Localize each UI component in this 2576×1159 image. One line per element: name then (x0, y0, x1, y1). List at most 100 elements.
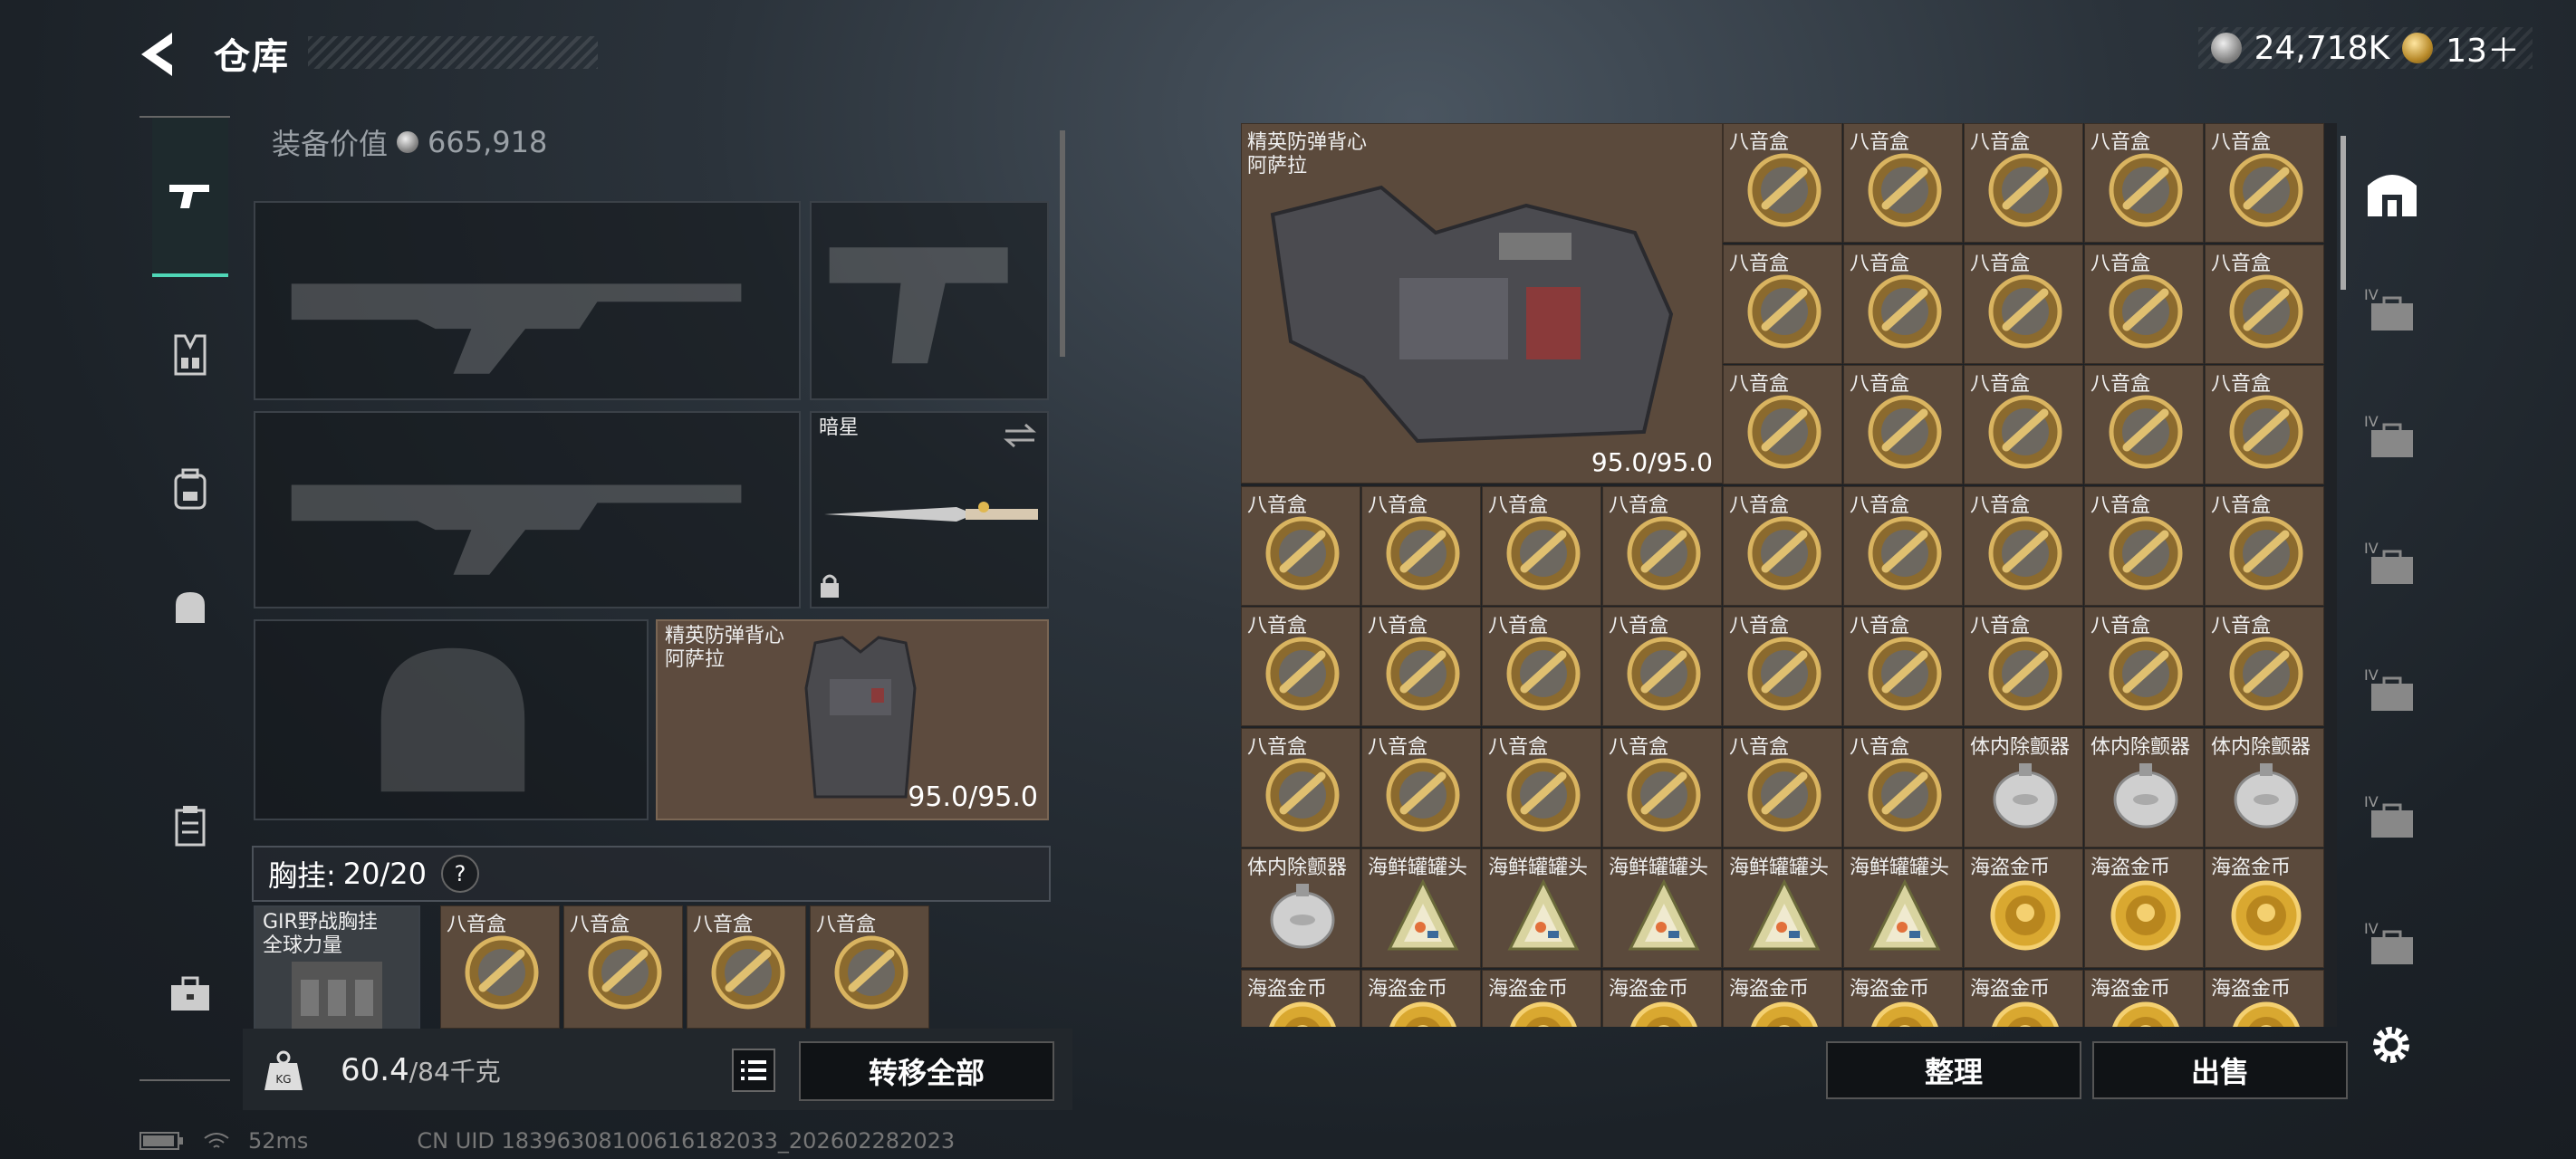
back-button[interactable] (136, 27, 190, 81)
tab-toolbox[interactable] (152, 956, 228, 1032)
storage-item[interactable]: 八音盒 (1602, 727, 1722, 848)
list-view-button[interactable] (732, 1049, 775, 1092)
chest-rig-item[interactable]: 八音盒 (563, 905, 683, 1029)
storage-item[interactable]: 海鲜罐罐头 (1482, 848, 1601, 968)
left-scrollbar[interactable] (1060, 130, 1065, 357)
storage-item[interactable]: 八音盒 (1843, 485, 1963, 606)
storage-item[interactable]: 海盗金币 (1241, 969, 1360, 1027)
storage-item[interactable]: 海盗金币 (2205, 969, 2324, 1027)
storage-item[interactable]: 海鲜罐罐头 (1723, 848, 1842, 968)
storage-item[interactable]: 海盗金币 (1843, 969, 1963, 1027)
storage-item[interactable]: 海鲜罐罐头 (1843, 848, 1963, 968)
storage-item[interactable]: 体内除颤器 (2205, 727, 2324, 848)
tab-storage-tier[interactable]: IV (2362, 407, 2422, 467)
storage-item[interactable]: 八音盒 (2084, 123, 2204, 243)
storage-item[interactable]: 八音盒 (2205, 607, 2324, 726)
storage-item[interactable]: 海盗金币 (2084, 848, 2204, 968)
settings-button[interactable] (2366, 1020, 2417, 1070)
storage-item[interactable]: 八音盒 (2205, 244, 2324, 364)
storage-item[interactable]: 八音盒 (1723, 607, 1842, 726)
storage-item[interactable]: 海盗金币 (2084, 969, 2204, 1027)
help-icon[interactable]: ? (441, 855, 480, 893)
tab-weapons[interactable] (152, 118, 228, 277)
storage-item[interactable]: 八音盒 (2205, 485, 2324, 606)
secondary-weapon-slot[interactable] (254, 411, 801, 608)
storage-item[interactable]: 海鲜罐罐头 (1602, 848, 1722, 968)
storage-item[interactable]: 八音盒 (1602, 607, 1722, 726)
transfer-all-button[interactable]: 转移全部 (799, 1041, 1054, 1101)
rifle-silhouette-icon (291, 484, 742, 575)
storage-item[interactable]: 八音盒 (1361, 485, 1481, 606)
storage-item[interactable]: 体内除颤器 (1964, 727, 2083, 848)
storage-item[interactable]: 八音盒 (1241, 485, 1360, 606)
storage-item[interactable]: 八音盒 (1723, 365, 1842, 484)
storage-item[interactable]: 八音盒 (2205, 365, 2324, 484)
storage-item[interactable]: 八音盒 (1843, 244, 1963, 364)
storage-item[interactable]: 八音盒 (1843, 607, 1963, 726)
storage-item[interactable]: 八音盒 (1723, 727, 1842, 848)
storage-item[interactable]: 八音盒 (1482, 607, 1601, 726)
storage-item-icon (1625, 998, 1703, 1027)
storage-item[interactable]: 八音盒 (2084, 607, 2204, 726)
storage-item[interactable]: 八音盒 (2084, 244, 2204, 364)
storage-item[interactable]: 八音盒 (1602, 485, 1722, 606)
tab-storage-tier[interactable]: IV (2362, 534, 2422, 594)
storage-item[interactable]: 八音盒 (1361, 607, 1481, 726)
storage-item[interactable]: 八音盒 (1964, 365, 2083, 484)
storage-item[interactable]: 八音盒 (1964, 485, 2083, 606)
storage-item[interactable]: 海盗金币 (1361, 969, 1481, 1027)
storage-armor-item[interactable]: 精英防弹背心 阿萨拉 95.0/95.0 (1241, 123, 1723, 484)
sell-button[interactable]: 出售 (2092, 1041, 2348, 1099)
helmet-slot[interactable] (254, 619, 649, 820)
storage-item[interactable]: 八音盒 (1361, 727, 1481, 848)
armor-slot[interactable]: 精英防弹背心 阿萨拉 95.0/95.0 (656, 619, 1049, 820)
tab-storage-tier[interactable]: IV (2362, 915, 2422, 974)
storage-item[interactable]: 海盗金币 (1602, 969, 1722, 1027)
storage-item[interactable]: 海盗金币 (1723, 969, 1842, 1027)
chest-rig-item[interactable]: 八音盒 (810, 905, 929, 1029)
chest-rig-slot[interactable]: GIR野战胸挂 全球力量 (254, 905, 420, 1032)
chest-rig-item[interactable]: 八音盒 (687, 905, 806, 1029)
storage-item[interactable]: 八音盒 (2084, 485, 2204, 606)
storage-item[interactable]: 八音盒 (1964, 607, 2083, 726)
storage-item[interactable]: 海鲜罐罐头 (1361, 848, 1481, 968)
pistol-slot[interactable] (810, 201, 1049, 400)
tab-backpack[interactable] (152, 451, 228, 527)
chest-rig-item[interactable]: 八音盒 (440, 905, 560, 1029)
tab-storage-main[interactable] (2362, 163, 2422, 223)
storage-item[interactable]: 八音盒 (1482, 727, 1601, 848)
storage-item[interactable]: 体内除颤器 (2084, 727, 2204, 848)
tab-container[interactable] (152, 788, 228, 864)
gold-amount[interactable]: 13＋ (2446, 24, 2520, 72)
storage-item[interactable]: 八音盒 (1723, 485, 1842, 606)
storage-item[interactable]: 八音盒 (1482, 485, 1601, 606)
storage-item[interactable]: 海盗金币 (1964, 848, 2083, 968)
storage-item[interactable]: 海盗金币 (2205, 848, 2324, 968)
storage-item[interactable]: 八音盒 (1241, 727, 1360, 848)
storage-item[interactable]: 体内除颤器 (1241, 848, 1360, 968)
tab-chest-rig[interactable] (152, 317, 228, 393)
swap-icon[interactable] (1002, 422, 1038, 449)
storage-item[interactable]: 八音盒 (1723, 244, 1842, 364)
storage-item[interactable]: 八音盒 (1843, 727, 1963, 848)
storage-item[interactable]: 海盗金币 (1964, 969, 2083, 1027)
storage-item[interactable]: 八音盒 (1843, 365, 1963, 484)
storage-item[interactable]: 八音盒 (1964, 123, 2083, 243)
melee-slot[interactable]: 暗星 (810, 411, 1049, 608)
tab-helmet[interactable] (152, 569, 228, 645)
storage-item-icon (1866, 756, 1944, 834)
storage-item[interactable]: 海盗金币 (1482, 969, 1601, 1027)
storage-item[interactable]: 八音盒 (1964, 244, 2083, 364)
storage-item[interactable]: 八音盒 (1843, 123, 1963, 243)
storage-item[interactable]: 八音盒 (2084, 365, 2204, 484)
tab-storage-tier[interactable]: IV (2362, 281, 2422, 340)
tab-storage-tier[interactable]: IV (2362, 788, 2422, 848)
primary-weapon-slot[interactable] (254, 201, 801, 400)
storage-item[interactable]: 八音盒 (2205, 123, 2324, 243)
tab-storage-tier[interactable]: IV (2362, 661, 2422, 721)
storage-item[interactable]: 八音盒 (1723, 123, 1842, 243)
storage-item[interactable]: 八音盒 (1241, 607, 1360, 726)
storage-scrollbar[interactable] (2341, 136, 2346, 290)
sort-button[interactable]: 整理 (1826, 1041, 2081, 1099)
storage-item-icon (1986, 151, 2064, 229)
